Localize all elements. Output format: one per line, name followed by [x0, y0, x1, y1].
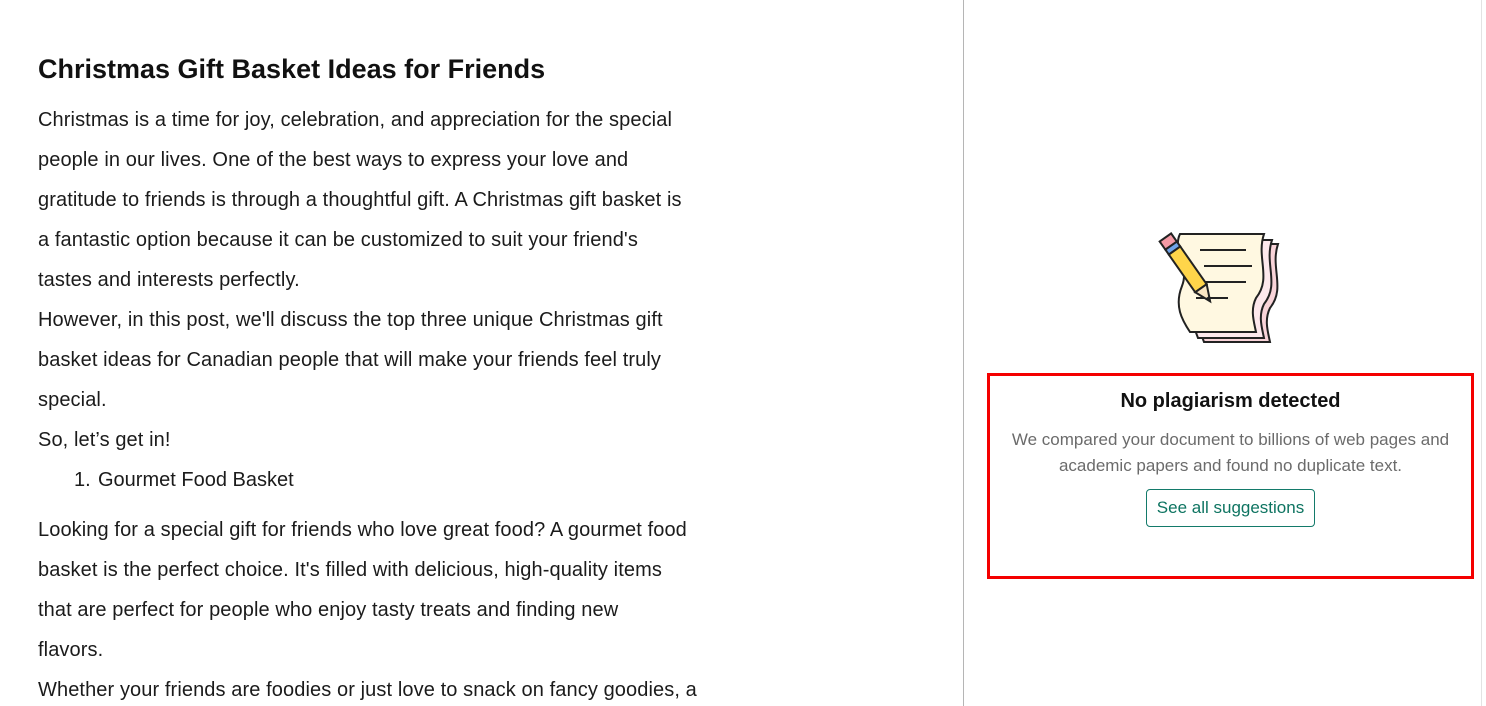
paragraph-line: basket is the perfect choice. It's fille… — [38, 559, 662, 581]
paragraph-line: Looking for a special gift for friends w… — [38, 519, 687, 541]
paragraph-line: Christmas is a time for joy, celebration… — [38, 109, 672, 131]
paragraph-line: that are perfect for people who enjoy ta… — [38, 599, 619, 621]
document-editor[interactable]: Christmas Gift Basket Ideas for Friends … — [0, 0, 963, 706]
document-content: Christmas Gift Basket Ideas for Friends … — [38, 50, 788, 706]
plagiarism-result-card: No plagiarism detected We compared your … — [987, 373, 1474, 579]
result-description: We compared your document to billions of… — [1011, 430, 1450, 475]
paragraph-line: So, let’s get in! — [38, 429, 171, 451]
numbered-list: 1. Gourmet Food Basket — [38, 470, 788, 490]
sidebar-edge — [1481, 0, 1482, 706]
paragraph-line: basket ideas for Canadian people that wi… — [38, 349, 661, 371]
paragraph-line: gratitude to friends is through a though… — [38, 189, 682, 211]
list-item-number: 1. — [74, 469, 91, 491]
paragraph-line: tastes and interests perfectly. — [38, 269, 300, 291]
paragraph-line: people in our lives. One of the best way… — [38, 149, 629, 171]
app-window: Christmas Gift Basket Ideas for Friends … — [0, 0, 1486, 706]
paragraph-line: a fantastic option because it can be cus… — [38, 229, 638, 251]
see-all-suggestions-button[interactable]: See all suggestions — [1145, 489, 1316, 527]
paragraph-line: Whether your friends are foodies or just… — [38, 679, 697, 701]
pencil-notepad-icon — [1158, 228, 1284, 348]
list-item-text: Gourmet Food Basket — [98, 469, 294, 491]
plagiarism-sidebar — [964, 0, 1481, 706]
paragraph-line: flavors. — [38, 639, 104, 661]
list-item: 1. Gourmet Food Basket — [38, 470, 788, 490]
paragraph-line: special. — [38, 389, 107, 411]
document-title: Christmas Gift Basket Ideas for Friends — [38, 54, 546, 84]
result-title: No plagiarism detected — [1120, 390, 1341, 412]
paragraph-line: However, in this post, we'll discuss the… — [38, 309, 663, 331]
